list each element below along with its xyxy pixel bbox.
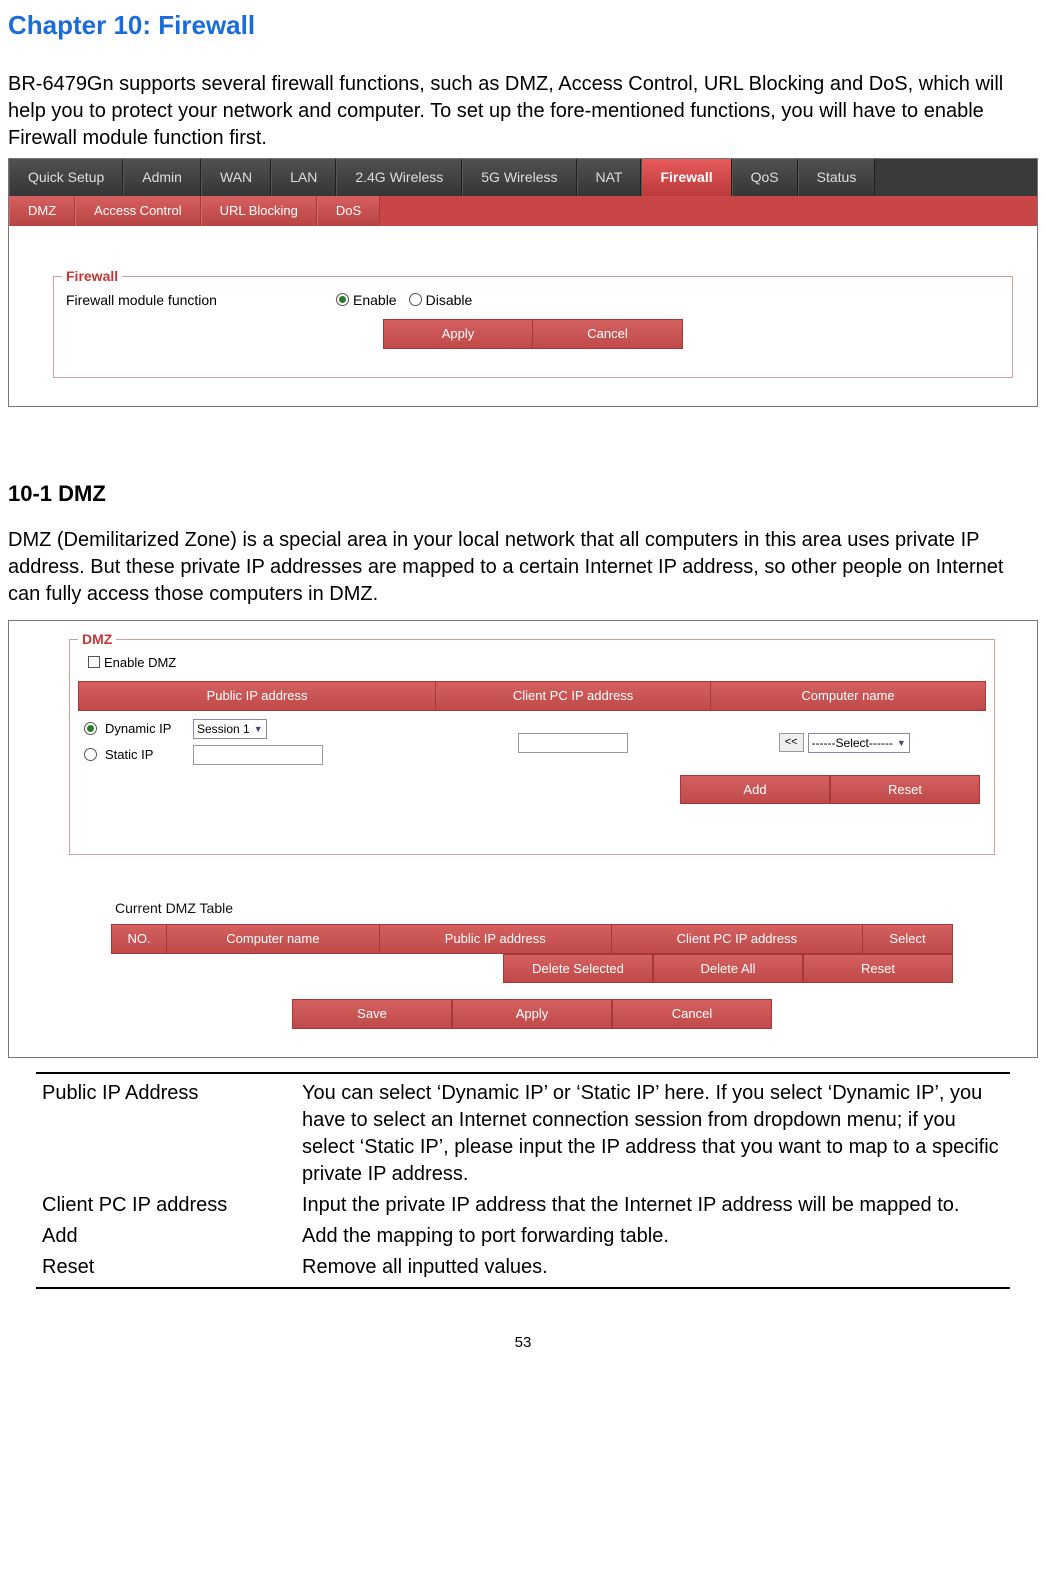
def-add: Add the mapping to port forwarding table… (296, 1221, 1010, 1252)
assign-button[interactable]: << (779, 733, 804, 752)
radio-disable-label: Disable (426, 291, 473, 310)
table-row: Client PC IP address Input the private I… (36, 1190, 1010, 1221)
term-add: Add (36, 1221, 296, 1252)
subtab-dmz[interactable]: DMZ (9, 196, 75, 226)
firewall-fieldset: Firewall Firewall module function Enable… (53, 276, 1013, 378)
table-row: Add Add the mapping to port forwarding t… (36, 1221, 1010, 1252)
col-no: NO. (111, 924, 167, 954)
def-client-ip: Input the private IP address that the In… (296, 1190, 1010, 1221)
radio-static-ip[interactable]: Static IP (84, 745, 437, 765)
col-client-ip: Client PC IP address (436, 681, 711, 711)
session-select[interactable]: Session 1 ▼ (193, 719, 267, 739)
checkbox-icon (88, 656, 100, 668)
tab-wan[interactable]: WAN (201, 159, 271, 196)
tab-admin[interactable]: Admin (123, 159, 201, 196)
chevron-down-icon: ▼ (254, 723, 263, 735)
radio-enable-label: Enable (353, 291, 397, 310)
dmz-header-row: Public IP address Client PC IP address C… (78, 681, 986, 711)
subtab-url-blocking[interactable]: URL Blocking (201, 196, 317, 226)
apply-dmz-button[interactable]: Apply (452, 999, 612, 1029)
reset-button[interactable]: Reset (830, 775, 980, 805)
tab-quick-setup[interactable]: Quick Setup (9, 159, 123, 196)
radio-dynamic-ip[interactable]: Dynamic IP Session 1 ▼ (84, 719, 437, 739)
firewall-legend: Firewall (62, 267, 122, 286)
chevron-down-icon: ▼ (897, 737, 906, 749)
radio-disable-icon (409, 293, 422, 306)
computer-name-value: ------Select------ (812, 735, 893, 751)
description-table: Public IP Address You can select ‘Dynami… (36, 1072, 1010, 1289)
def-public-ip: You can select ‘Dynamic IP’ or ‘Static I… (296, 1078, 1010, 1190)
reset-table-button[interactable]: Reset (803, 954, 953, 984)
tab-status[interactable]: Status (798, 159, 876, 196)
apply-button[interactable]: Apply (383, 319, 533, 349)
col-public-ip-2: Public IP address (380, 924, 612, 954)
add-button[interactable]: Add (680, 775, 830, 805)
radio-enable[interactable]: Enable (336, 291, 397, 310)
term-reset: Reset (36, 1252, 296, 1283)
col-select: Select (863, 924, 953, 954)
current-dmz-table-title: Current DMZ Table (115, 899, 995, 918)
enable-dmz-checkbox[interactable]: Enable DMZ (88, 654, 986, 672)
term-public-ip: Public IP Address (36, 1078, 296, 1190)
tab-5g-wireless[interactable]: 5G Wireless (462, 159, 576, 196)
firewall-ui-figure: Quick Setup Admin WAN LAN 2.4G Wireless … (8, 158, 1038, 407)
col-computer-name-2: Computer name (167, 924, 380, 954)
tab-nat[interactable]: NAT (577, 159, 642, 196)
radio-static-icon (84, 748, 97, 761)
chapter-title: Chapter 10: Firewall (8, 8, 1038, 43)
subtab-dos[interactable]: DoS (317, 196, 380, 226)
subtab-access-control[interactable]: Access Control (75, 196, 200, 226)
radio-dynamic-label: Dynamic IP (105, 720, 185, 738)
dmz-ui-figure: DMZ Enable DMZ Public IP address Client … (8, 620, 1038, 1058)
delete-all-button[interactable]: Delete All (653, 954, 803, 984)
tab-firewall[interactable]: Firewall (641, 159, 731, 196)
radio-dynamic-icon (84, 722, 97, 735)
radio-static-label: Static IP (105, 746, 185, 764)
cancel-dmz-button[interactable]: Cancel (612, 999, 772, 1029)
col-computer-name: Computer name (711, 681, 986, 711)
tab-lan[interactable]: LAN (271, 159, 336, 196)
section-title-dmz: 10-1 DMZ (8, 479, 1038, 509)
tab-qos[interactable]: QoS (732, 159, 798, 196)
radio-enable-icon (336, 293, 349, 306)
main-tab-bar: Quick Setup Admin WAN LAN 2.4G Wireless … (9, 159, 1037, 196)
intro-paragraph: BR-6479Gn supports several firewall func… (8, 71, 1038, 152)
session-select-value: Session 1 (197, 721, 250, 737)
def-reset: Remove all inputted values. (296, 1252, 1010, 1283)
save-button[interactable]: Save (292, 999, 452, 1029)
cancel-button[interactable]: Cancel (533, 319, 683, 349)
page-number: 53 (8, 1333, 1038, 1353)
static-ip-input[interactable] (193, 745, 323, 765)
table-row: Public IP Address You can select ‘Dynami… (36, 1078, 1010, 1190)
term-client-ip: Client PC IP address (36, 1190, 296, 1221)
firewall-module-label: Firewall module function (66, 291, 316, 310)
computer-name-select[interactable]: ------Select------ ▼ (808, 733, 910, 753)
tab-24g-wireless[interactable]: 2.4G Wireless (336, 159, 462, 196)
client-ip-input[interactable] (518, 733, 628, 753)
radio-disable[interactable]: Disable (409, 291, 473, 310)
dmz-table-header: NO. Computer name Public IP address Clie… (111, 924, 953, 954)
enable-dmz-label: Enable DMZ (104, 654, 176, 672)
dmz-legend: DMZ (78, 630, 116, 649)
sub-tab-bar: DMZ Access Control URL Blocking DoS (9, 196, 1037, 226)
table-row: Reset Remove all inputted values. (36, 1252, 1010, 1283)
col-public-ip: Public IP address (78, 681, 436, 711)
col-client-ip-2: Client PC IP address (612, 924, 863, 954)
dmz-paragraph: DMZ (Demilitarized Zone) is a special ar… (8, 527, 1038, 608)
delete-selected-button[interactable]: Delete Selected (503, 954, 653, 984)
dmz-fieldset: DMZ Enable DMZ Public IP address Client … (69, 639, 995, 856)
